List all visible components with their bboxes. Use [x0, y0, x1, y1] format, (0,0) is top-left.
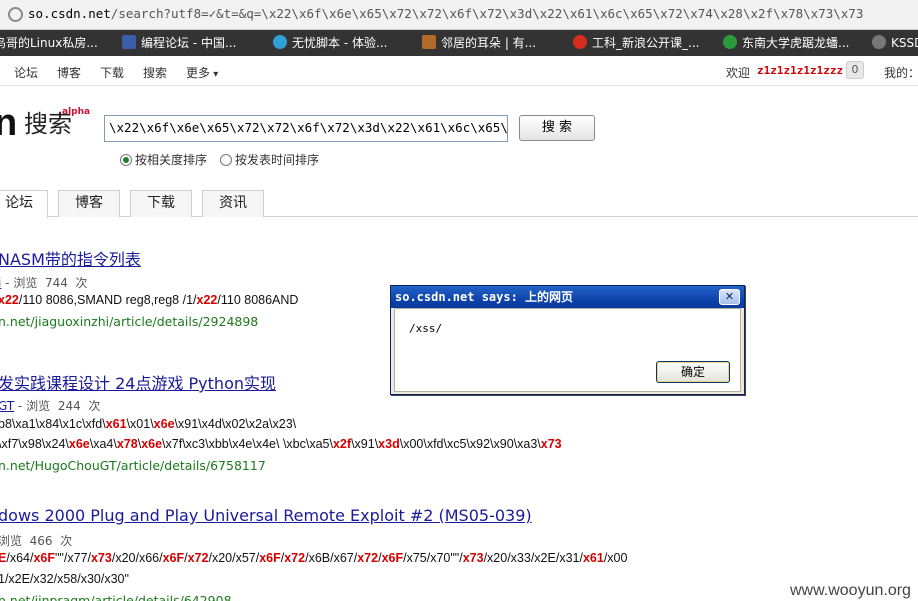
bookmark-item[interactable]: KSSD [872, 35, 918, 51]
result-meta: 浏览 466 次 [0, 534, 73, 548]
username-link[interactable]: z1z1z1z1z1zzz [757, 64, 843, 77]
tab-download[interactable]: 下载 [130, 190, 192, 217]
search-button[interactable]: 搜 索 [519, 115, 595, 141]
my-menu[interactable]: 我的： [884, 64, 918, 81]
bookmarks-bar: 鸟哥的Linux私房... 编程论坛 - 中国... 无忧脚本 - 体验... … [0, 30, 918, 56]
result-url[interactable]: n.net/jinpragm/article/details/642908 [0, 593, 232, 601]
result-snippet: E/x64/x6F""/x77/x73/x20/x66/x6F/x72/x20/… [0, 551, 628, 565]
bookmark-item[interactable]: 无忧脚本 - 体验... [273, 35, 387, 51]
nav-more[interactable]: 更多 [186, 64, 218, 81]
dialog-body: /xss/ 确定 [394, 308, 741, 392]
ok-button[interactable]: 确定 [656, 361, 730, 383]
bookmark-item[interactable]: 鸟哥的Linux私房... [0, 35, 98, 51]
result-url[interactable]: n.net/jiaguoxinzhi/article/details/29248… [0, 314, 258, 329]
csdn-logo-fragment[interactable]: n [0, 104, 17, 142]
dialog-title: so.csdn.net says: 上的网页 [391, 286, 744, 308]
nav-download[interactable]: 下载 [100, 64, 124, 81]
result-snippet: b8\xa1\x84\x1c\xfd\x61\x01\x6e\x91\x4d\x… [0, 417, 297, 431]
bookmark-item[interactable]: 东南大学虎踞龙蟠... [723, 35, 849, 51]
bookmark-item[interactable]: 工科_新浪公开课_... [573, 35, 699, 51]
ear-icon [422, 35, 436, 49]
script-icon [273, 35, 287, 49]
github-icon [872, 35, 886, 49]
welcome-text: 欢迎 [726, 66, 751, 80]
sort-time-option[interactable]: 按发表时间排序 [220, 151, 319, 168]
result-title[interactable]: 发实践课程设计 24点游戏 Python实现 [0, 370, 276, 394]
address-bar[interactable]: so.csdn.net/search?utf8=✓&t=&q=\x22\x6f\… [0, 0, 918, 30]
close-icon[interactable]: ✕ [719, 289, 740, 305]
sort-relevance-option[interactable]: 按相关度排序 [120, 151, 207, 168]
nav-forum[interactable]: 论坛 [14, 64, 38, 81]
top-nav: 论坛 博客 下载 搜索 更多 欢迎 z1z1z1z1z1zzz 0 我的： [0, 56, 918, 86]
result-title[interactable]: dows 2000 Plug and Play Universal Remote… [0, 506, 532, 525]
address-url[interactable]: so.csdn.net/search?utf8=✓&t=&q=\x22\x6f\… [28, 6, 863, 21]
watermark: www.wooyun.org [790, 582, 911, 599]
dialog-message: /xss/ [409, 322, 443, 335]
result-url[interactable]: n.net/HugoChouGT/article/details/6758117 [0, 458, 266, 473]
tab-blog[interactable]: 博客 [58, 190, 120, 217]
radio-unchecked-icon[interactable] [220, 154, 232, 166]
tab-forum[interactable]: 论坛 [0, 190, 48, 218]
nav-search[interactable]: 搜索 [143, 64, 167, 81]
forum-icon [122, 35, 136, 49]
search-input[interactable]: \x22\x6f\x6e\x65\x72\x72\x6f\x72\x3d\x22… [104, 115, 508, 142]
alert-dialog: so.csdn.net says: 上的网页 ✕ /xss/ 确定 [390, 285, 745, 395]
bookmark-item[interactable]: 邻居的耳朵 | 有... [422, 35, 536, 51]
bookmark-item[interactable]: 编程论坛 - 中国... [122, 35, 236, 51]
weibo-icon [573, 35, 587, 49]
result-title[interactable]: NASM带的指令列表 [0, 246, 141, 270]
result-meta: GT - 浏览 244 次 [0, 399, 101, 413]
globe-icon [8, 7, 23, 22]
result-meta: i - 浏览 744 次 [0, 276, 88, 290]
seu-icon [723, 35, 737, 49]
result-snippet: x22/110 8086,SMAND reg8,reg8 /1/x22/110 … [0, 293, 299, 307]
message-count-badge[interactable]: 0 [846, 61, 864, 79]
radio-checked-icon[interactable] [120, 154, 132, 166]
result-snippet: 1/x2E/x32/x58/x30/x30" [0, 572, 129, 586]
tab-news[interactable]: 资讯 [202, 190, 264, 217]
result-snippet: \xf7\x98\x24\x6e\xa4\x78\x6e\x7f\xc3\xbb… [0, 437, 562, 451]
nav-blog[interactable]: 博客 [57, 64, 81, 81]
alpha-badge: alpha [62, 107, 91, 117]
